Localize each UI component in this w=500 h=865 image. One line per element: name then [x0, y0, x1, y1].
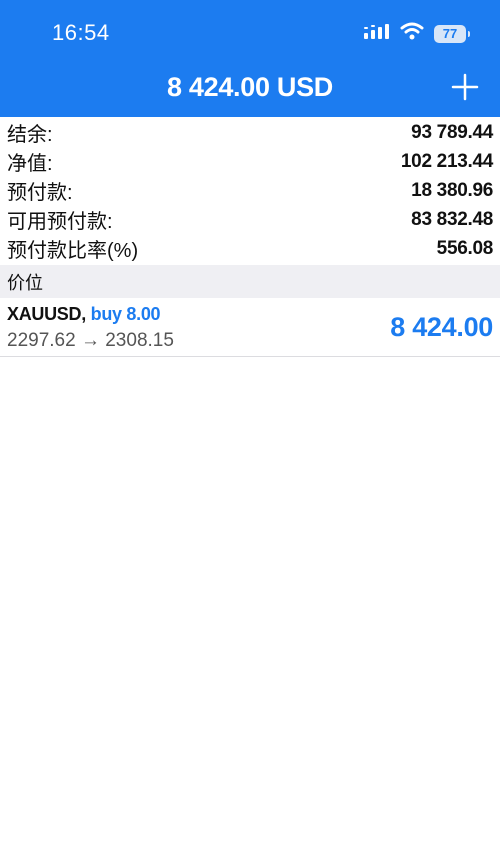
- summary-row-equity: 净值: 102 213.44: [0, 147, 500, 176]
- summary-label: 预付款:: [7, 182, 73, 204]
- battery-icon: 77: [434, 24, 470, 43]
- add-order-button[interactable]: [450, 72, 480, 102]
- page-title: 8 424.00 USD: [166, 72, 333, 102]
- status-time: 16:54: [52, 20, 110, 45]
- summary-label: 结余:: [7, 124, 53, 146]
- summary-value: 102 213.44: [400, 150, 493, 172]
- position-profit: 8 424.00: [390, 312, 493, 342]
- position-prices: 2297.62 → 2308.15: [7, 330, 174, 351]
- positions-section-header: 价位: [0, 265, 500, 298]
- summary-label: 预付款比率(%): [7, 240, 139, 262]
- cellular-signal-icon: [364, 23, 390, 44]
- top-header: 16:54 77 8 424.00 USD: [0, 0, 500, 117]
- summary-label: 可用预付款:: [7, 211, 113, 233]
- summary-row-balance: 结余: 93 789.44: [0, 118, 500, 147]
- section-title: 价位: [7, 272, 43, 293]
- summary-value: 556.08: [436, 237, 494, 259]
- position-symbol: XAUUSD,: [7, 304, 86, 324]
- summary-row-margin: 预付款: 18 380.96: [0, 176, 500, 205]
- summary-value: 18 380.96: [411, 179, 493, 201]
- plus-icon: [451, 73, 479, 101]
- summary-value: 93 789.44: [411, 121, 493, 143]
- position-title: XAUUSD, buy 8.00: [7, 304, 161, 325]
- summary-value: 83 832.48: [411, 208, 493, 230]
- summary-label: 净值:: [7, 153, 53, 175]
- position-side: buy 8.00: [90, 304, 161, 324]
- summary-row-margin-level: 预付款比率(%) 556.08: [0, 234, 500, 263]
- account-summary: 结余: 93 789.44 净值: 102 213.44 预付款: 18 380…: [0, 118, 500, 263]
- position-row[interactable]: XAUUSD, buy 8.00 2297.62 → 2308.15 8 424…: [0, 298, 500, 357]
- wifi-icon: [400, 22, 424, 45]
- status-icons: 77: [364, 22, 470, 45]
- summary-row-free-margin: 可用预付款: 83 832.48: [0, 205, 500, 234]
